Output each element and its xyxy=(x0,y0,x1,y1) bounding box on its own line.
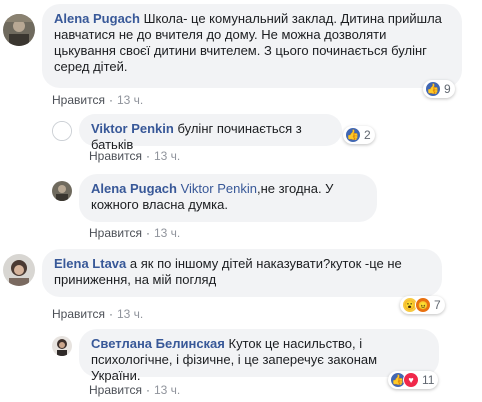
avatar-placeholder[interactable] xyxy=(52,121,72,141)
like-button[interactable]: Нравится xyxy=(89,226,142,240)
timestamp[interactable]: 13 ч. xyxy=(117,307,143,321)
reactions-summary[interactable]: 👍 2 xyxy=(343,126,375,144)
comment-elena-ltava: Elena Ltava а як по іншому дітей наказув… xyxy=(0,245,482,325)
comment-bubble: Alena Pugach Viktor Penkin,не згодна. У … xyxy=(79,174,377,222)
reaction-count: 9 xyxy=(444,82,451,96)
comment-author[interactable]: Alena Pugach xyxy=(54,11,140,26)
reply-alena-pugach: Alena Pugach Viktor Penkin,не згодна. У … xyxy=(0,170,482,242)
avatar[interactable] xyxy=(3,14,35,46)
comment-actions: Нравится · 13 ч. xyxy=(52,307,144,321)
mention-link[interactable]: Viktor Penkin xyxy=(181,181,257,196)
avatar[interactable] xyxy=(3,254,35,286)
timestamp[interactable]: 13 ч. xyxy=(154,383,180,397)
reactions-summary[interactable]: 👍 9 xyxy=(423,80,455,98)
like-button[interactable]: Нравится xyxy=(89,149,142,163)
reaction-count: 11 xyxy=(422,373,435,387)
comment-author[interactable]: Elena Ltava xyxy=(54,256,126,271)
like-button[interactable]: Нравится xyxy=(52,307,105,321)
comment-bubble: Viktor Penkin булінг починається з батьк… xyxy=(79,114,342,152)
timestamp[interactable]: 13 ч. xyxy=(117,93,143,107)
comment-actions: Нравится · 13 ч. xyxy=(89,383,181,397)
comment-author[interactable]: Alena Pugach xyxy=(91,181,177,196)
timestamp[interactable]: 13 ч. xyxy=(154,226,180,240)
avatar[interactable] xyxy=(52,181,72,201)
avatar[interactable] xyxy=(52,336,72,356)
comment-bubble: Светлана Белинская Куток це насильство, … xyxy=(79,329,439,383)
comment-bubble: Alena Pugach Школа- це комунальний закла… xyxy=(42,4,462,88)
comment-actions: Нравится · 13 ч. xyxy=(89,149,181,163)
angry-reaction-icon: 😠 xyxy=(415,297,431,313)
reply-viktor-penkin: Viktor Penkin булінг починається з батьк… xyxy=(0,110,482,165)
reaction-count: 7 xyxy=(434,298,441,312)
comment-author[interactable]: Светлана Белинская xyxy=(91,336,225,351)
reactions-summary[interactable]: 👍 ♥ 11 xyxy=(388,371,439,389)
reaction-count: 2 xyxy=(364,128,371,142)
comment-actions: Нравится · 13 ч. xyxy=(89,226,181,240)
like-reaction-icon: 👍 xyxy=(345,127,361,143)
timestamp[interactable]: 13 ч. xyxy=(154,149,180,163)
comment-actions: Нравится · 13 ч. xyxy=(52,93,144,107)
comment-author[interactable]: Viktor Penkin xyxy=(91,121,174,136)
comment-alena-pugach-1: Alena Pugach Школа- це комунальний закла… xyxy=(0,0,482,110)
reply-svetlana-belinskaya: Светлана Белинская Куток це насильство, … xyxy=(0,325,482,402)
like-button[interactable]: Нравится xyxy=(89,383,142,397)
like-reaction-icon: 👍 xyxy=(425,81,441,97)
reactions-summary[interactable]: 😮 😠 7 xyxy=(400,296,445,314)
love-reaction-icon: ♥ xyxy=(403,372,419,388)
like-button[interactable]: Нравится xyxy=(52,93,105,107)
comment-bubble: Elena Ltava а як по іншому дітей наказув… xyxy=(42,249,442,297)
